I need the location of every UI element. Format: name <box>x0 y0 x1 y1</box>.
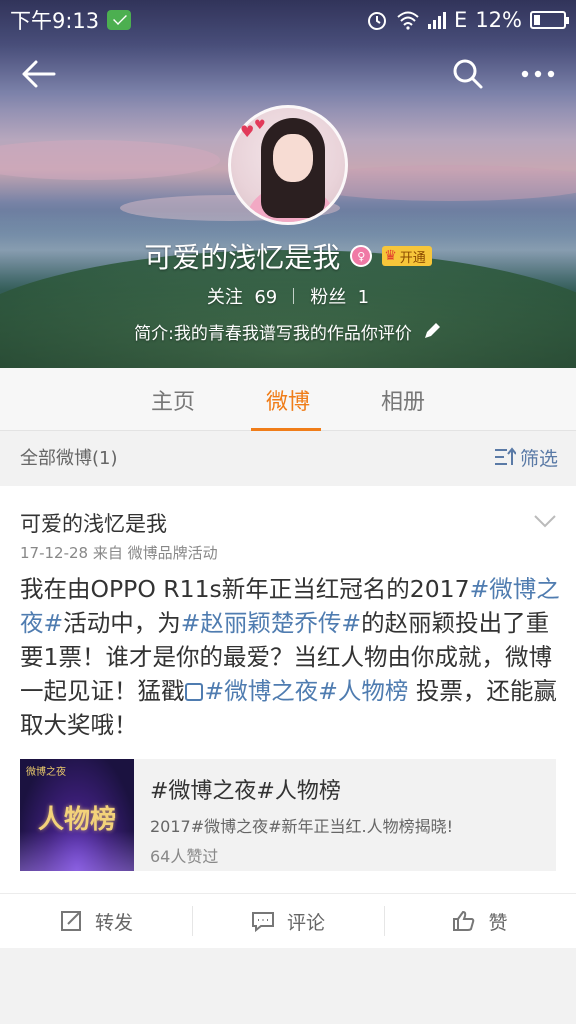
message-notification-icon <box>107 10 132 30</box>
search-button[interactable] <box>442 48 494 100</box>
thumb-logo: 微博之夜 <box>26 767 66 778</box>
post-meta: 17-12-28 来自 微博品牌活动 <box>20 544 218 562</box>
bio-row[interactable]: 简介:我的青春我谱写我的作品你评价 <box>0 316 576 346</box>
top-nav <box>0 48 576 100</box>
comment-button[interactable]: 评论 <box>192 894 384 948</box>
repost-button[interactable]: 转发 <box>0 894 192 948</box>
comment-icon <box>251 912 274 933</box>
status-time: 下午9:13 <box>10 9 100 33</box>
post-card: 可爱的浅忆是我 17-12-28 来自 微博品牌活动 我在由OPPO R11s新… <box>0 486 576 948</box>
filter-button[interactable]: 筛选 <box>494 444 558 471</box>
battery-percent: 12% <box>475 8 522 32</box>
filter-label: 筛选 <box>519 447 558 470</box>
shared-link-card[interactable]: 微博之夜 人物榜 #微博之夜#人物榜 2017#微博之夜#新年正当红.人物榜揭晓… <box>20 759 556 871</box>
like-label: 赞 <box>488 911 508 934</box>
followers-stat[interactable]: 粉丝 1 <box>310 283 369 309</box>
wifi-icon <box>397 11 419 30</box>
post-body: 我在由OPPO R11s新年正当红冠名的2017#微博之夜#活动中，为#赵丽颖楚… <box>20 572 562 742</box>
post-author[interactable]: 可爱的浅忆是我 <box>20 508 167 538</box>
link-icon <box>184 683 203 701</box>
thumbs-up-icon <box>453 910 475 931</box>
gender-badge-icon[interactable]: ♀ <box>350 245 373 267</box>
bio-text: 简介:我的青春我谱写我的作品你评价 <box>134 323 412 344</box>
repost-label: 转发 <box>94 911 133 934</box>
following-label: 关注 <box>206 287 243 308</box>
profile-name-row: 可爱的浅忆是我 ♀ ♛ 开通 <box>0 236 576 276</box>
crown-icon: ♛ <box>384 248 397 264</box>
battery-icon <box>530 11 569 29</box>
divider <box>293 288 295 304</box>
profile-tabs: 主页 微博 相册 <box>0 368 576 431</box>
profile-name: 可爱的浅忆是我 <box>144 241 341 274</box>
chevron-down-icon <box>534 515 556 528</box>
follow-stats: 关注 69 粉丝 1 <box>0 282 576 310</box>
more-button[interactable] <box>512 48 564 100</box>
following-count: 69 <box>254 287 278 308</box>
filter-icon <box>494 447 516 465</box>
page-link-text: #微博之夜#人物榜 <box>204 677 409 705</box>
heart-sticker-icon: ♥ <box>240 122 255 141</box>
vip-label: 开通 <box>399 250 426 266</box>
share-likes: 64人赞过 <box>150 847 219 866</box>
signal-icon <box>428 11 447 29</box>
tab-album[interactable]: 相册 <box>346 368 461 431</box>
tab-home[interactable]: 主页 <box>116 368 231 431</box>
share-thumbnail: 微博之夜 人物榜 <box>20 759 134 871</box>
post-text: 活动中，为 <box>63 609 181 637</box>
hashtag-link[interactable]: #赵丽颖楚乔传# <box>181 609 361 637</box>
all-posts-label[interactable]: 全部微博(1) <box>20 444 118 470</box>
search-icon <box>453 59 483 89</box>
back-arrow-icon <box>22 60 56 88</box>
like-button[interactable]: 赞 <box>384 894 576 948</box>
post-menu-button[interactable] <box>530 506 560 536</box>
filter-bar: 全部微博(1) 筛选 <box>0 432 576 482</box>
vip-badge[interactable]: ♛ 开通 <box>382 246 432 266</box>
followers-label: 粉丝 <box>310 287 347 308</box>
thumb-title: 人物榜 <box>37 805 116 835</box>
alarm-icon <box>368 12 387 30</box>
network-type: E <box>454 8 468 32</box>
heart-sticker-icon: ♥ <box>254 118 266 133</box>
following-stat[interactable]: 关注 69 <box>207 283 277 309</box>
repost-icon <box>60 911 81 931</box>
share-description: 2017#微博之夜#新年正当红.人物榜揭晓! <box>150 817 454 836</box>
status-bar: 下午9:13 E 12% <box>0 0 576 40</box>
post-action-bar: 转发 评论 赞 <box>0 893 576 948</box>
tab-weibo[interactable]: 微博 <box>231 368 346 431</box>
comment-label: 评论 <box>286 911 325 934</box>
edit-pencil-icon <box>424 323 440 338</box>
more-icon <box>521 70 555 78</box>
post-text: 我在由OPPO R11s新年正当红冠名的2017 <box>20 575 470 603</box>
page-link[interactable]: #微博之夜#人物榜 <box>184 677 409 705</box>
share-title: #微博之夜#人物榜 <box>150 779 341 804</box>
followers-count: 1 <box>357 287 370 308</box>
back-button[interactable] <box>12 48 64 100</box>
